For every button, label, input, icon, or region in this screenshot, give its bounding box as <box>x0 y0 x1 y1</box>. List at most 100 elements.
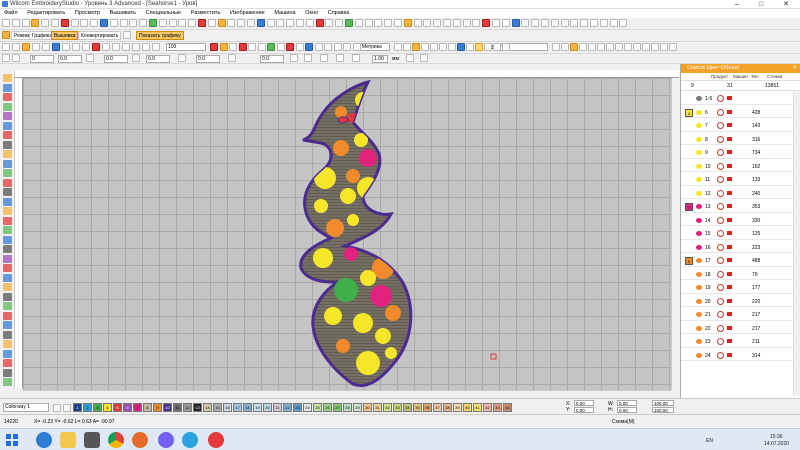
palette-color-4[interactable]: 4 <box>103 403 112 412</box>
w-input[interactable]: 0.00 <box>617 400 637 406</box>
color-object-row[interactable]: 9 17 488 <box>681 253 793 267</box>
stitch-tool-button[interactable] <box>219 43 228 51</box>
toolbar-button[interactable] <box>266 19 275 27</box>
property-button[interactable] <box>12 54 20 62</box>
field-1[interactable]: 0 <box>30 55 54 63</box>
menu-file[interactable]: Файл <box>0 9 22 18</box>
palette-color-33[interactable]: 33 <box>393 403 402 412</box>
toolbox-tool[interactable] <box>3 292 12 301</box>
palette-color-16[interactable]: 16 <box>223 403 232 412</box>
property-button[interactable] <box>320 54 328 62</box>
toolbar-button[interactable] <box>345 19 353 27</box>
edit-tool-button[interactable] <box>132 43 140 51</box>
toolbar-button[interactable] <box>207 19 216 27</box>
palette-color-26[interactable]: 26 <box>323 403 332 412</box>
edit-tool-button[interactable] <box>152 43 160 51</box>
toolbar-button[interactable] <box>403 19 412 27</box>
stitch-tool-button[interactable] <box>286 43 294 51</box>
menu-special[interactable]: Специальные <box>142 9 185 18</box>
view-tool-button[interactable] <box>448 43 456 51</box>
toolbar-button[interactable] <box>364 19 373 27</box>
toolbar-button[interactable] <box>609 19 618 27</box>
field-5[interactable]: 0.0 <box>196 55 220 63</box>
display-tool-button[interactable] <box>642 43 650 51</box>
stitch-tool-button[interactable] <box>257 43 266 51</box>
display-tool-button[interactable] <box>606 43 614 51</box>
color-object-row[interactable]: 24 314 <box>681 348 793 361</box>
palette-color-20[interactable]: 20 <box>263 403 272 412</box>
toolbar-button[interactable] <box>374 19 383 27</box>
view-tool-button[interactable] <box>466 43 474 51</box>
palette-color-13[interactable]: 13 <box>193 403 202 412</box>
y-input[interactable]: 0.00 <box>574 407 594 413</box>
ie-icon[interactable] <box>36 432 52 448</box>
color-object-row[interactable]: 22 217 <box>681 321 793 334</box>
toolbar-button[interactable] <box>168 19 177 27</box>
menu-machine[interactable]: Машина <box>270 9 299 18</box>
menu-help[interactable]: Справка <box>324 9 354 18</box>
toolbar-button[interactable] <box>11 19 20 27</box>
clock-time[interactable]: 15:36 <box>770 434 783 440</box>
toolbox-tool[interactable] <box>3 254 12 263</box>
stitch-tool-button[interactable] <box>267 43 275 51</box>
palette-color-2[interactable]: 2 <box>83 403 92 412</box>
view-tool-button[interactable] <box>484 43 492 51</box>
toolbar-button[interactable] <box>109 19 118 27</box>
edit-tool-button[interactable] <box>52 43 60 51</box>
toolbox-tool[interactable] <box>3 178 12 187</box>
toolbar-button[interactable] <box>286 19 295 27</box>
zoom-input[interactable]: 100 <box>166 43 206 51</box>
stitch-tool-button[interactable] <box>248 43 256 51</box>
palette-color-44[interactable]: 44 <box>503 403 512 412</box>
property-button[interactable] <box>352 54 360 62</box>
stitch-tool-button[interactable] <box>343 43 351 51</box>
edit-tool-button[interactable] <box>92 43 100 51</box>
col-machine[interactable]: Машин <box>733 73 748 81</box>
toolbar-button[interactable] <box>521 19 530 27</box>
property-button[interactable] <box>406 54 414 62</box>
toolbar-button[interactable] <box>580 19 589 27</box>
toolbox-tool[interactable] <box>3 188 12 196</box>
color-object-row[interactable]: 20 220 <box>681 294 793 307</box>
toolbar-button[interactable] <box>21 19 30 27</box>
col-stitches[interactable]: Стежки <box>767 73 782 81</box>
toolbar-button[interactable] <box>256 19 265 27</box>
palette-color-41[interactable]: 41 <box>473 403 482 412</box>
palette-color-14[interactable]: 14 <box>203 403 212 412</box>
toolbar-button[interactable] <box>139 19 148 27</box>
edit-tool-button[interactable] <box>2 43 10 51</box>
toolbar-button[interactable] <box>90 19 99 27</box>
palette-color-1[interactable]: 1 <box>73 403 82 412</box>
display-tool-button[interactable] <box>597 43 605 51</box>
toolbar-button[interactable] <box>158 19 167 27</box>
toolbox-tool[interactable] <box>3 330 12 339</box>
palette-color-30[interactable]: 30 <box>363 403 372 412</box>
toolbar-button[interactable] <box>492 19 500 27</box>
toolbar-button[interactable] <box>433 19 442 27</box>
palette-color-31[interactable]: 31 <box>373 403 382 412</box>
color-object-row[interactable]: 21 217 <box>681 307 793 321</box>
language-indicator[interactable]: EN <box>706 438 713 444</box>
palette-color-27[interactable]: 27 <box>333 403 342 412</box>
edit-tool-button[interactable] <box>112 43 120 51</box>
mode-button-embroidery[interactable]: Вышивка <box>51 31 79 40</box>
minimize-icon[interactable]: – <box>726 0 748 9</box>
property-button[interactable] <box>420 54 428 62</box>
color-object-row[interactable]: 1-5 <box>681 91 793 105</box>
toolbox-tool[interactable] <box>3 283 12 291</box>
toolbar-button[interactable] <box>31 19 40 27</box>
stitch-tool-button[interactable] <box>333 43 342 51</box>
color-object-row[interactable]: 16 223 <box>681 240 793 253</box>
toolbar-button[interactable] <box>472 19 481 27</box>
toolbar-button[interactable] <box>247 19 255 27</box>
palette-color-10[interactable]: 10 <box>163 403 172 412</box>
edit-tool-button[interactable] <box>22 43 30 51</box>
design-canvas[interactable] <box>23 78 671 390</box>
toolbar-button[interactable] <box>51 19 59 27</box>
color-object-row[interactable]: 4 6 428 <box>681 105 793 118</box>
palette-color-7[interactable]: 7 <box>133 403 142 412</box>
toolbar-button[interactable] <box>560 19 569 27</box>
palette-color-18[interactable]: 18 <box>243 403 252 412</box>
palette-color-37[interactable]: 37 <box>433 403 442 412</box>
toolbox-tool[interactable] <box>3 349 12 358</box>
